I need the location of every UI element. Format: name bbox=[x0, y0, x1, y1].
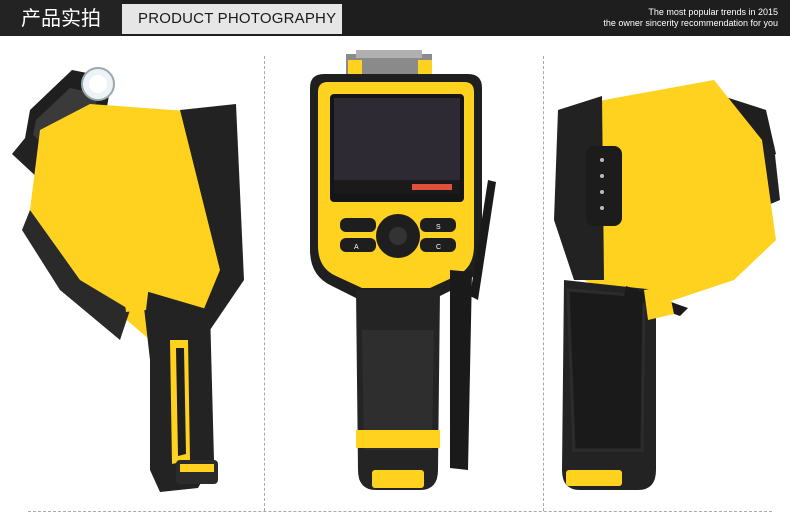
button-c-label: C bbox=[436, 244, 441, 251]
tagline-line-2: the owner sincerity recommendation for y… bbox=[603, 18, 778, 28]
title-chinese: 产品实拍 bbox=[0, 0, 122, 36]
button-a-label: A bbox=[354, 244, 359, 251]
tagline-line-1: The most popular trends in 2015 bbox=[648, 7, 778, 17]
button-s-label: S bbox=[436, 224, 441, 231]
divider-left bbox=[264, 56, 265, 511]
camera-front-view: A S C bbox=[310, 50, 496, 490]
camera-side-view-left bbox=[12, 67, 244, 492]
title-english: PRODUCT PHOTOGRAPHY bbox=[122, 4, 342, 34]
header-bar: 产品实拍 PRODUCT PHOTOGRAPHY The most popula… bbox=[0, 0, 790, 36]
tagline: The most popular trends in 2015 the owne… bbox=[603, 7, 778, 29]
camera-side-view-right bbox=[554, 80, 780, 490]
bottom-divider bbox=[28, 511, 772, 512]
